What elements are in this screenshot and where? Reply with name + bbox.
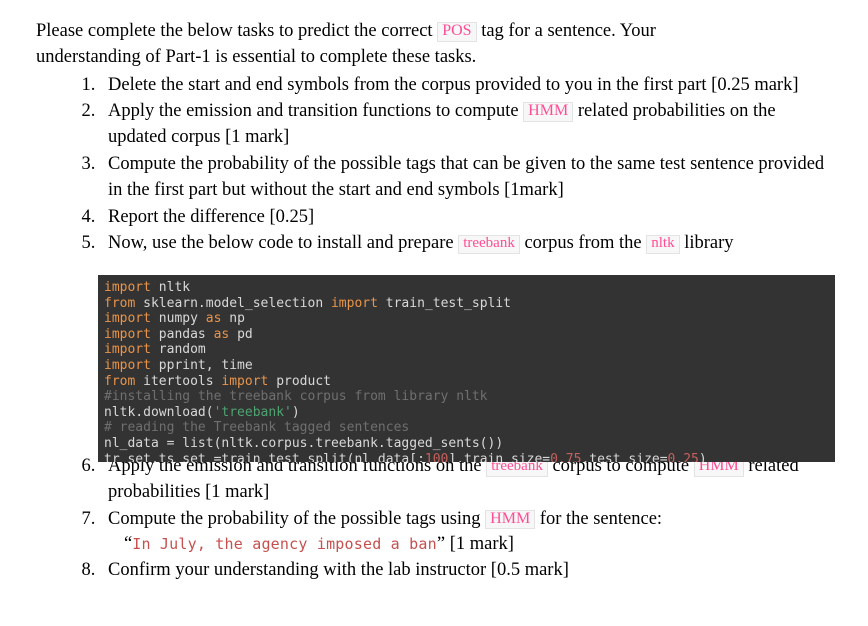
code-token: from	[104, 295, 136, 311]
code-token: import	[104, 357, 151, 373]
task-3-text: Compute the probability of the possible …	[108, 154, 825, 201]
close-quote: ”	[436, 534, 446, 555]
code-token: pd	[229, 326, 253, 342]
task-item-3: Compute the probability of the possible …	[100, 152, 838, 204]
chip-hmm-task2: HMM	[523, 102, 574, 123]
task-7-text-post: for the sentence:	[535, 508, 663, 529]
code-block-content: import nltk from sklearn.model_selection…	[104, 280, 829, 462]
code-token: ],train_size=	[448, 451, 551, 462]
code-token: nltk	[150, 280, 191, 295]
task-7-mark: [1 mark]	[445, 534, 514, 555]
code-token: 0.25	[667, 451, 699, 462]
code-token: random	[150, 342, 206, 358]
task-8-text: Confirm your understanding with the lab …	[108, 560, 569, 581]
code-token: import	[104, 326, 151, 342]
task-2-text-pre: Apply the emission and transition functi…	[108, 101, 524, 122]
task-item-2: Apply the emission and transition functi…	[100, 99, 838, 151]
code-token: product	[268, 373, 331, 389]
code-token: nl_data = list(nltk.corpus.treebank.tagg…	[104, 435, 504, 451]
code-token: import	[104, 342, 151, 358]
task-item-7: Compute the probability of the possible …	[100, 507, 838, 559]
code-token: train_test_split	[377, 295, 512, 311]
task-7-text-pre: Compute the probability of the possible …	[108, 508, 486, 529]
task-4-text: Report the difference [0.25]	[108, 206, 315, 227]
code-token: numpy	[150, 311, 206, 327]
code-token: as	[205, 311, 222, 327]
task-item-8: Confirm your understanding with the lab …	[100, 558, 838, 584]
code-token: import	[330, 295, 378, 311]
code-token: )	[291, 404, 300, 420]
code-token: from	[104, 373, 136, 389]
task-5-text-post: library	[679, 232, 734, 253]
code-token: sklearn.model_selection	[135, 295, 331, 311]
intro-paragraph: Please complete the below tasks to predi…	[36, 18, 736, 71]
document-page: Please complete the below tasks to predi…	[0, 0, 868, 626]
code-token: #installing the treebank corpus from lib…	[104, 389, 488, 405]
task-7-example-sentence: “In July, the agency imposed a ban” [1 m…	[108, 532, 838, 558]
code-block: import nltk from sklearn.model_selection…	[98, 275, 835, 462]
task-5-text-mid: corpus from the	[519, 232, 647, 253]
code-token: 'treebank'	[213, 404, 292, 420]
intro-text-before-chip: Please complete the below tasks to predi…	[36, 21, 438, 41]
code-token: import	[104, 280, 151, 295]
code-token: itertools	[135, 373, 222, 389]
task-1-text: Delete the start and end symbols from th…	[108, 74, 799, 95]
code-token: as	[213, 326, 230, 342]
code-token: ,test_size=	[581, 451, 668, 462]
code-token: )	[698, 451, 707, 462]
task-item-1: Delete the start and end symbols from th…	[100, 73, 838, 99]
task-5-text-pre: Now, use the below code to install and p…	[108, 232, 459, 253]
code-token: pandas	[150, 326, 214, 342]
code-token: import	[104, 311, 151, 327]
chip-hmm-task7: HMM	[485, 509, 536, 530]
code-token: 100	[424, 451, 449, 462]
example-sentence-code: In July, the agency imposed a ban	[132, 535, 437, 554]
chip-pos: POS	[437, 22, 477, 42]
code-token: nltk.download(	[104, 404, 214, 420]
code-token: tr_set,ts_set =train_test_split(nl_data[…	[104, 451, 425, 462]
code-token: np	[221, 311, 245, 327]
task-item-4: Report the difference [0.25]	[100, 205, 838, 231]
chip-treebank-task5: treebank	[458, 234, 520, 254]
code-token: import	[221, 373, 269, 389]
code-token: pprint, time	[150, 357, 253, 373]
code-token: # reading the Treebank tagged sentences	[104, 420, 410, 436]
code-token: 0.75	[550, 451, 582, 462]
chip-nltk-task5: nltk	[646, 234, 680, 254]
open-quote: “	[124, 534, 133, 555]
